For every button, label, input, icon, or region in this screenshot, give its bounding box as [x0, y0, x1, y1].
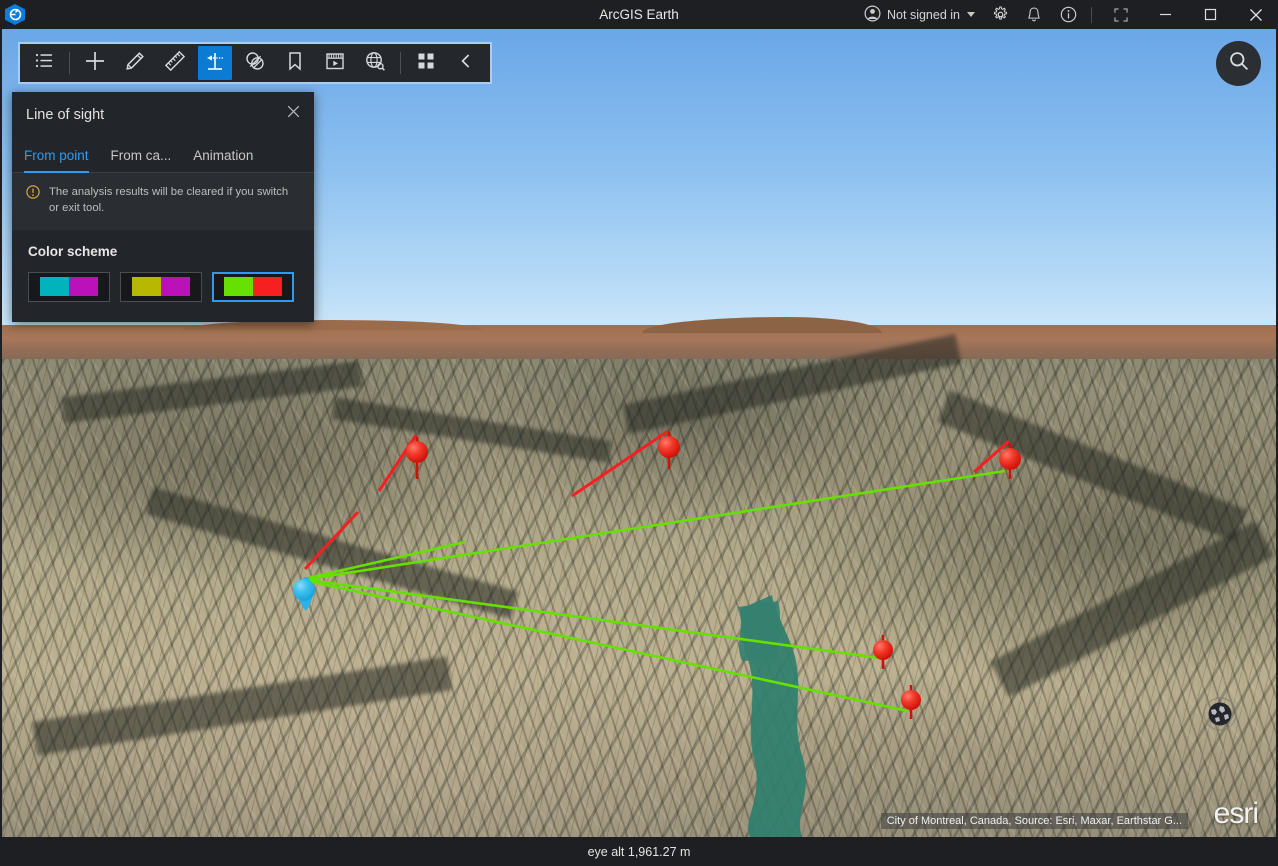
line-of-sight-icon: [204, 50, 226, 77]
toolbar-item-table-of-contents[interactable]: [27, 46, 61, 80]
grid-apps-icon: [416, 51, 436, 76]
swatch-obstructed-color: [69, 277, 98, 297]
toolbar-item-animation[interactable]: [318, 46, 352, 80]
color-scheme-option-green-red[interactable]: [212, 271, 294, 302]
toolbar-item-bookmarks[interactable]: [278, 46, 312, 80]
close-icon[interactable]: [280, 98, 306, 124]
swatch-obstructed-color: [161, 277, 190, 297]
color-scheme-option-olive-magenta[interactable]: [120, 271, 202, 302]
tab-animation[interactable]: Animation: [193, 148, 253, 173]
plus-icon: [84, 50, 106, 77]
swatch-visible-color: [40, 277, 69, 297]
swatch-preview: [224, 277, 282, 297]
sightline-red-target-2: [571, 429, 669, 498]
film-play-icon: [324, 50, 346, 77]
main-toolbar-wrapper: [18, 42, 492, 84]
search-button[interactable]: [1216, 41, 1261, 86]
esri-brand: esri: [1213, 797, 1259, 830]
toolbar-item-add-data[interactable]: [78, 46, 112, 80]
chevron-left-icon: [457, 52, 475, 75]
ruler-icon: [164, 50, 186, 77]
gear-icon[interactable]: [983, 0, 1017, 29]
panel-header: Line of sight: [12, 92, 314, 138]
account-menu[interactable]: Not signed in: [858, 0, 983, 29]
toolbar-item-apps[interactable]: [409, 46, 443, 80]
target-pin-3[interactable]: [999, 444, 1021, 479]
panel-body: Color scheme: [12, 229, 314, 322]
sightline-green-1: [307, 540, 466, 580]
toolbar-item-draw[interactable]: [118, 46, 152, 80]
account-label: Not signed in: [887, 7, 960, 22]
fullscreen-icon[interactable]: [1098, 0, 1143, 29]
sightline-green-3: [307, 578, 881, 660]
tab-from-point[interactable]: From point: [24, 148, 89, 173]
toolbar-item-measure[interactable]: [158, 46, 192, 80]
swatch-preview: [40, 277, 98, 297]
pencil-icon: [124, 50, 146, 77]
toolbar-item-share-scene[interactable]: [358, 46, 392, 80]
titlebar-divider: [1091, 6, 1092, 23]
target-pin-5[interactable]: [901, 685, 921, 719]
swatch-visible-color: [132, 277, 161, 297]
main-toolbar: [18, 42, 492, 84]
close-button[interactable]: [1233, 0, 1278, 29]
swatch-preview: [132, 277, 190, 297]
eye-altitude-text: eye alt 1,961.27 m: [587, 844, 691, 859]
arcgis-earth-window: City of Montreal, Canada, Source: Esri, …: [0, 0, 1278, 866]
swatch-visible-color: [224, 277, 253, 297]
panel-notice: The analysis results will be cleared if …: [12, 173, 314, 230]
tab-from-camera[interactable]: From ca...: [111, 148, 172, 173]
chevron-down-icon: [967, 12, 975, 17]
target-pin-2[interactable]: [658, 432, 680, 469]
sightline-visible-group: [307, 469, 1006, 713]
overlay-circles-icon: [244, 50, 266, 77]
toolbar-item-viewshed[interactable]: [238, 46, 272, 80]
line-of-sight-panel: Line of sight From point From ca... Anim…: [12, 92, 314, 322]
color-scheme-options: [28, 271, 298, 302]
window-border-left: [0, 29, 2, 837]
status-bar: eye alt 1,961.27 m: [0, 837, 1278, 866]
sightline-green-2: [307, 469, 1006, 581]
attribution-text: City of Montreal, Canada, Source: Esri, …: [880, 813, 1188, 829]
title-bar-controls: Not signed in: [858, 0, 1278, 29]
toolbar-divider-1: [69, 52, 70, 74]
arcgis-earth-logo-icon: [0, 0, 30, 29]
list-icon: [34, 50, 55, 76]
search-icon: [1228, 50, 1250, 77]
panel-tabs: From point From ca... Animation: [12, 138, 314, 173]
panel-notice-text: The analysis results will be cleared if …: [49, 186, 289, 215]
bell-icon[interactable]: [1017, 0, 1051, 29]
toolbar-item-collapse[interactable]: [449, 46, 483, 80]
title-bar: ArcGIS Earth Not signed in: [0, 0, 1278, 29]
sightline-red-near: [303, 510, 360, 571]
info-circle-icon[interactable]: [1051, 0, 1085, 29]
panel-title: Line of sight: [26, 107, 105, 123]
navigation-globe-icon[interactable]: [1203, 697, 1237, 731]
globe-share-icon: [364, 50, 386, 77]
toolbar-divider-2: [400, 52, 401, 74]
user-circle-icon: [864, 4, 881, 25]
esri-wordmark: esri: [1213, 797, 1259, 830]
minimize-button[interactable]: [1143, 0, 1188, 29]
color-scheme-option-teal-magenta[interactable]: [28, 271, 110, 302]
maximize-button[interactable]: [1188, 0, 1233, 29]
toolbar-item-line-of-sight[interactable]: [198, 46, 232, 80]
swatch-obstructed-color: [253, 277, 282, 297]
warning-exclamation-icon: [26, 185, 40, 204]
color-scheme-label: Color scheme: [28, 243, 118, 259]
sightline-green-4: [307, 579, 909, 713]
target-pin-4[interactable]: [873, 635, 893, 669]
bookmark-icon: [284, 50, 306, 77]
